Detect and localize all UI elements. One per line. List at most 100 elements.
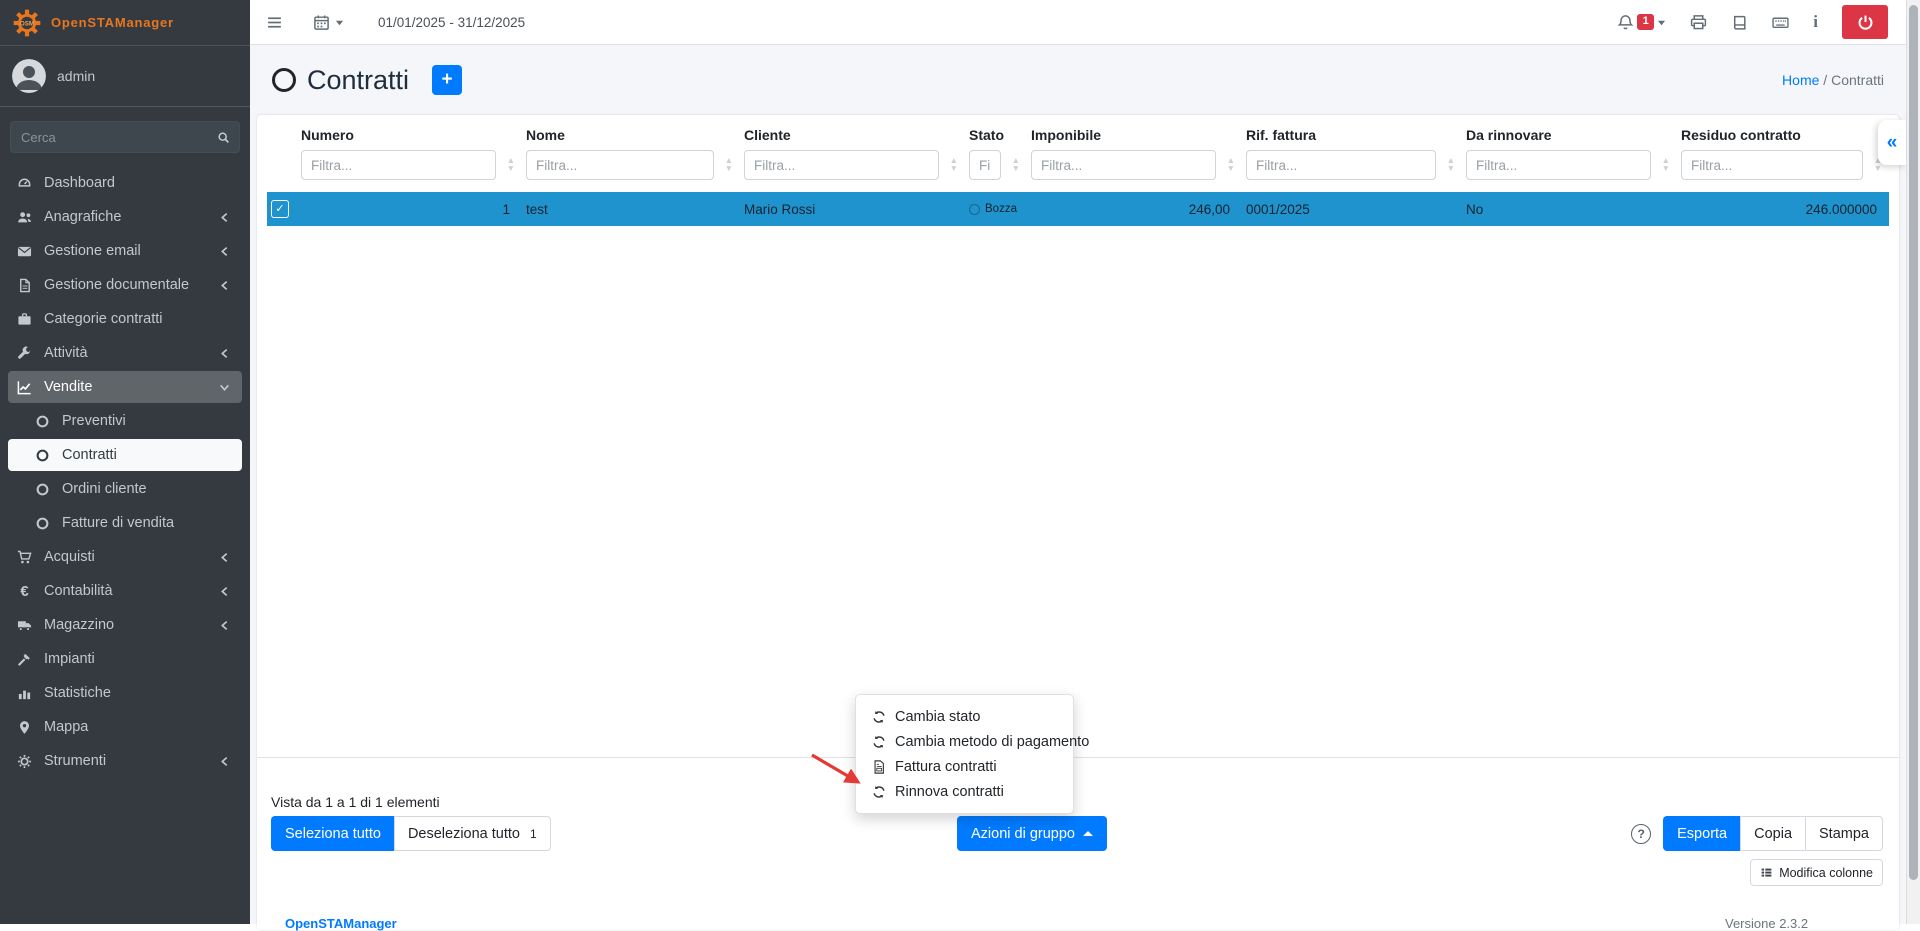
sidebar-item-vendite[interactable]: Vendite xyxy=(8,371,242,403)
table-row[interactable]: ✓1testMario RossiBozza246,000001/2025No2… xyxy=(267,192,1889,226)
filter-input-stato[interactable] xyxy=(969,150,1001,180)
filter-input-cliente[interactable] xyxy=(744,150,939,180)
sidebar-toggle-button[interactable] xyxy=(266,14,283,31)
logout-button[interactable] xyxy=(1842,5,1888,39)
print-table-button[interactable]: Stampa xyxy=(1805,816,1883,851)
sort-arrows-icon[interactable]: ▲▼ xyxy=(1227,156,1235,172)
vertical-scrollbar[interactable] xyxy=(1906,0,1920,924)
circle-icon xyxy=(34,516,51,531)
circle-icon xyxy=(34,448,51,463)
date-range-label[interactable]: 01/01/2025 - 31/12/2025 xyxy=(378,15,525,30)
search-input[interactable] xyxy=(10,121,207,153)
sidebar-item-ordini-cliente[interactable]: Ordini cliente xyxy=(8,473,242,505)
sidebar-item-strumenti[interactable]: Strumenti xyxy=(8,745,242,777)
export-button[interactable]: Esporta xyxy=(1663,816,1741,851)
checked-checkbox-icon[interactable]: ✓ xyxy=(271,200,289,218)
sidebar-item-statistiche[interactable]: Statistiche xyxy=(8,677,242,709)
edit-columns-button[interactable]: Modifica colonne xyxy=(1750,859,1883,886)
filter-input-nome[interactable] xyxy=(526,150,714,180)
cell-imponibile: 246,00 xyxy=(1027,192,1242,226)
scrollbar-thumb[interactable] xyxy=(1909,5,1918,880)
search-icon xyxy=(217,131,230,144)
status-dot-icon xyxy=(969,204,980,215)
deselect-all-button[interactable]: Deseleziona tutto 1 xyxy=(394,816,551,851)
collapse-panel-toggle[interactable]: « xyxy=(1878,120,1906,165)
sidebar-item-gestione-documentale[interactable]: Gestione documentale xyxy=(8,269,242,301)
group-actions-button[interactable]: Azioni di gruppo xyxy=(957,816,1107,851)
filter-input-rif-fattura[interactable] xyxy=(1246,150,1436,180)
column-header-nome: Nome▲▼ xyxy=(522,123,740,192)
manual-button[interactable] xyxy=(1731,14,1748,31)
menu-item-rinnova-contratti[interactable]: Rinnova contratti xyxy=(856,779,1073,804)
cell-rif_fattura: 0001/2025 xyxy=(1242,192,1462,226)
table-header-row: Numero▲▼Nome▲▼Cliente▲▼Stato▲▼Imponibile… xyxy=(267,123,1889,192)
book-icon xyxy=(1731,14,1748,31)
notifications-button[interactable]: 1 xyxy=(1617,14,1666,31)
cart-icon xyxy=(16,550,33,565)
sidebar-item-fatture-di-vendita[interactable]: Fatture di vendita xyxy=(8,507,242,539)
sidebar-item-categorie-contratti[interactable]: Categorie contratti xyxy=(8,303,242,335)
column-header-stato: Stato▲▼ xyxy=(965,123,1027,192)
sidebar-item-anagrafiche[interactable]: Anagrafiche xyxy=(8,201,242,233)
cell-cliente: Mario Rossi xyxy=(740,192,965,226)
info-icon[interactable]: i xyxy=(1813,12,1818,32)
svg-text:OSM: OSM xyxy=(20,20,34,27)
menu-item-fattura-contratti[interactable]: Fattura contratti xyxy=(856,754,1073,779)
group-actions-menu: Cambia stato Cambia metodo di pagamentoFa… xyxy=(855,694,1074,814)
sort-arrows-icon[interactable]: ▲▼ xyxy=(1662,156,1670,172)
navbar-right: 1 i xyxy=(1617,5,1904,39)
add-record-button[interactable]: + xyxy=(432,65,462,95)
filter-input-imponibile[interactable] xyxy=(1031,150,1216,180)
filter-input-da-rinnovare[interactable] xyxy=(1466,150,1651,180)
sidebar-item-magazzino[interactable]: Magazzino xyxy=(8,609,242,641)
sort-arrows-icon[interactable]: ▲▼ xyxy=(725,156,733,172)
page-title: Contratti + xyxy=(272,65,462,96)
sidebar-item-gestione-email[interactable]: Gestione email xyxy=(8,235,242,267)
map-pin-icon xyxy=(16,720,33,735)
sidebar-item-attivit[interactable]: Attività xyxy=(8,337,242,369)
dashboard-icon xyxy=(16,176,33,191)
menu-item-label: Cambia stato xyxy=(895,709,980,725)
sidebar-item-label: Mappa xyxy=(44,719,88,735)
cell-stato: Bozza xyxy=(965,192,1027,226)
sidebar-item-impianti[interactable]: Impianti xyxy=(8,643,242,675)
sidebar-item-label: Anagrafiche xyxy=(44,209,121,225)
users-icon xyxy=(16,210,33,225)
sidebar-item-label: Categorie contratti xyxy=(44,311,162,327)
date-range-picker[interactable] xyxy=(313,14,344,31)
sidebar-item-label: Contratti xyxy=(62,447,117,463)
brand[interactable]: OSM OpenSTAManager xyxy=(0,0,250,46)
sidebar-menu: Dashboard Anagrafiche Gestione emailGestio… xyxy=(0,161,250,785)
sort-arrows-icon[interactable]: ▲▼ xyxy=(950,156,958,172)
search-button[interactable] xyxy=(207,121,240,153)
breadcrumb-home-link[interactable]: Home xyxy=(1782,72,1819,88)
caret-down-icon xyxy=(335,18,344,27)
sidebar-item-preventivi[interactable]: Preventivi xyxy=(8,405,242,437)
print-button[interactable] xyxy=(1690,14,1707,31)
select-all-button[interactable]: Seleziona tutto xyxy=(271,816,395,851)
column-header-cliente: Cliente▲▼ xyxy=(740,123,965,192)
truck-icon xyxy=(16,618,33,633)
column-header-residuo-contratto: Residuo contratto▲▼ xyxy=(1677,123,1889,192)
filter-input-numero[interactable] xyxy=(301,150,496,180)
row-checkbox-cell[interactable]: ✓ xyxy=(267,192,297,226)
menu-item-cambia-metodo-di-pagamento[interactable]: Cambia metodo di pagamento xyxy=(856,729,1073,754)
help-icon[interactable]: ? xyxy=(1631,824,1651,844)
sidebar-item-dashboard[interactable]: Dashboard xyxy=(8,167,242,199)
shortcuts-button[interactable] xyxy=(1772,14,1789,31)
table-controls: Vista da 1 a 1 di 1 elementi Seleziona t… xyxy=(257,758,1899,930)
sidebar-item-contratti[interactable]: Contratti xyxy=(8,439,242,471)
menu-item-cambia-stato[interactable]: Cambia stato xyxy=(856,704,1073,729)
avatar xyxy=(12,59,46,93)
filter-input-residuo-contratto[interactable] xyxy=(1681,150,1863,180)
user-panel[interactable]: admin xyxy=(0,46,250,107)
column-header-numero: Numero▲▼ xyxy=(297,123,522,192)
sidebar-item-acquisti[interactable]: Acquisti xyxy=(8,541,242,573)
sidebar-item-contabilit[interactable]: €Contabilità xyxy=(8,575,242,607)
content-header: Contratti + Home / Contratti xyxy=(250,45,1906,115)
copy-button[interactable]: Copia xyxy=(1740,816,1806,851)
sort-arrows-icon[interactable]: ▲▼ xyxy=(507,156,515,172)
sort-arrows-icon[interactable]: ▲▼ xyxy=(1012,156,1020,172)
sidebar-item-mappa[interactable]: Mappa xyxy=(8,711,242,743)
sort-arrows-icon[interactable]: ▲▼ xyxy=(1447,156,1455,172)
